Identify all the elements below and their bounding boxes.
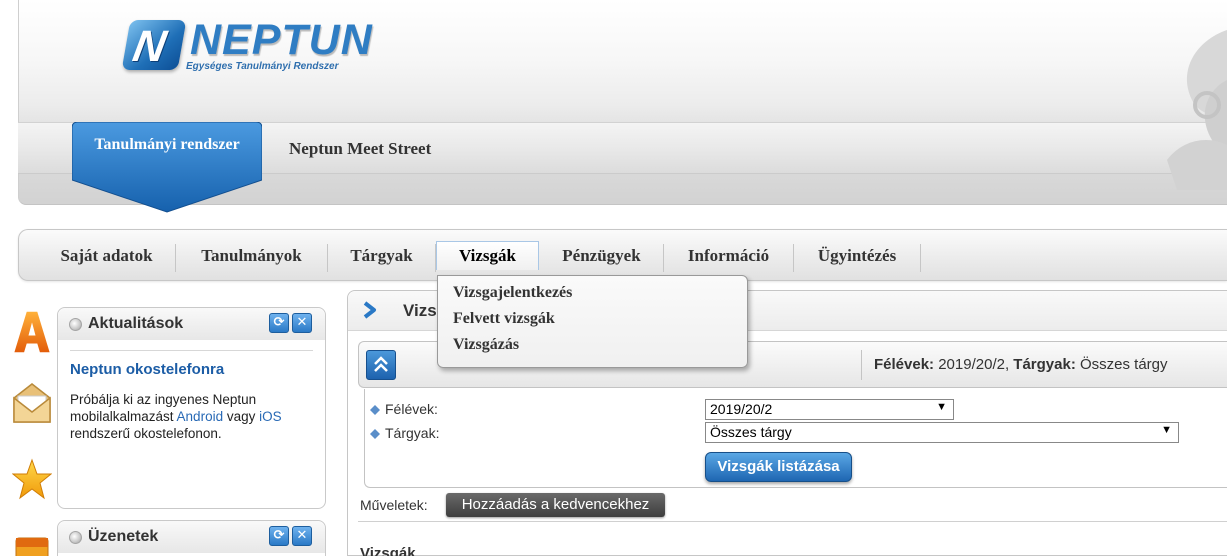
filter-summary: Félévek: 2019/20/2, Tárgyak: Összes tárg… [874, 356, 1168, 373]
refresh-icon[interactable]: ⟳ [269, 526, 289, 546]
summary-subject-value: Összes tárgy [1080, 356, 1168, 373]
menu-item-felvett-vizsgak[interactable]: Felvett vizsgák [453, 310, 555, 328]
envelope-icon[interactable] [12, 382, 52, 426]
summary-semester-label: Félévek: [874, 356, 935, 373]
messages-widget: Üzenetek ⟳ ✕ [57, 520, 326, 556]
news-text: vagy [223, 409, 260, 424]
chevron-right-icon [363, 301, 376, 319]
collapse-button[interactable] [366, 350, 396, 380]
news-widget-title: Aktualitások [88, 315, 184, 332]
dropdown-arrow-icon: ▼ [936, 401, 947, 413]
divider [70, 350, 313, 351]
favorites-star-icon[interactable] [12, 458, 52, 502]
page-title: Vizs [403, 301, 437, 320]
diamond-bullet-icon [370, 405, 380, 415]
nav-item-sajat-adatok[interactable]: Saját adatok [38, 244, 176, 272]
summary-semester-value: 2019/20/2, [938, 356, 1010, 373]
nav-item-tanulmanyok[interactable]: Tanulmányok [176, 244, 328, 272]
news-a-icon[interactable] [12, 310, 52, 354]
dropdown-arrow-icon: ▼ [1161, 424, 1172, 436]
bullet-icon [69, 318, 82, 331]
section-heading: Vizsgák [360, 545, 416, 556]
neptun-logo[interactable]: N NEPTUN Egységes Tanulmányi Rendszer [121, 16, 376, 75]
filter-panel: Félévek: 2019/20/2 ▼ Tárgyak: Összes tár… [364, 389, 1227, 488]
vizsgak-dropdown-menu: Vizsgajelentkezés Felvett vizsgák Vizsgá… [437, 275, 748, 368]
nav-item-ugyintezes[interactable]: Ügyintézés [794, 244, 921, 272]
menu-item-vizsgajelentkezes[interactable]: Vizsgajelentkezés [453, 284, 572, 302]
ios-link[interactable]: iOS [259, 409, 282, 424]
meet-street-link[interactable]: Neptun Meet Street [289, 139, 431, 159]
news-item-body: Próbálja ki az ingyenes Neptun mobilalka… [70, 391, 310, 442]
subjects-label: Tárgyak: [385, 425, 440, 441]
list-exams-button[interactable]: Vizsgák listázása [705, 452, 852, 482]
nav-item-vizsgak[interactable]: Vizsgák [436, 241, 539, 270]
semester-label: Félévek: [385, 401, 438, 417]
semester-selected-value: 2019/20/2 [710, 401, 773, 417]
system-tab[interactable]: Tanulmányi rendszer [72, 122, 262, 214]
diamond-bullet-icon [370, 429, 380, 439]
logo-mark-icon: N [121, 20, 187, 71]
nav-item-penzugyek[interactable]: Pénzügyek [540, 244, 664, 272]
double-chevron-up-icon [374, 356, 388, 372]
close-icon[interactable]: ✕ [292, 526, 312, 546]
news-item-title[interactable]: Neptun okostelefonra [70, 361, 224, 378]
android-link[interactable]: Android [177, 409, 224, 424]
bullet-icon [69, 531, 82, 544]
ornament-decoration [1167, 30, 1227, 190]
menu-item-vizsgazas[interactable]: Vizsgázás [453, 336, 519, 354]
divider [861, 350, 862, 380]
news-widget-header: Aktualitások ⟳ ✕ [58, 308, 325, 340]
calendar-icon[interactable] [12, 532, 52, 556]
messages-widget-title: Üzenetek [88, 528, 159, 545]
nav-item-informacio[interactable]: Információ [664, 244, 794, 272]
summary-subject-label: Tárgyak: [1013, 356, 1076, 373]
main-navigation: Saját adatok Tanulmányok Tárgyak Vizsgák… [18, 229, 1227, 281]
logo-wordmark: NEPTUN [190, 16, 373, 64]
add-to-favorites-button[interactable]: Hozzáadás a kedvencekhez [446, 493, 665, 517]
nav-item-targyak[interactable]: Tárgyak [328, 244, 436, 272]
close-icon[interactable]: ✕ [292, 313, 312, 333]
subjects-selected-value: Összes tárgy [710, 424, 792, 440]
news-widget: Aktualitások ⟳ ✕ Neptun okostelefonra Pr… [57, 307, 326, 509]
system-tab-label: Tanulmányi rendszer [94, 136, 240, 153]
subjects-select[interactable]: Összes tárgy ▼ [705, 422, 1179, 443]
divider [358, 521, 1227, 522]
messages-widget-header: Üzenetek ⟳ ✕ [58, 521, 325, 553]
logo-tagline: Egységes Tanulmányi Rendszer [186, 61, 339, 72]
news-text: rendszerű okostelefonon. [70, 426, 222, 441]
semester-select[interactable]: 2019/20/2 ▼ [705, 399, 954, 420]
refresh-icon[interactable]: ⟳ [269, 313, 289, 333]
operations-label: Műveletek: [360, 497, 428, 513]
